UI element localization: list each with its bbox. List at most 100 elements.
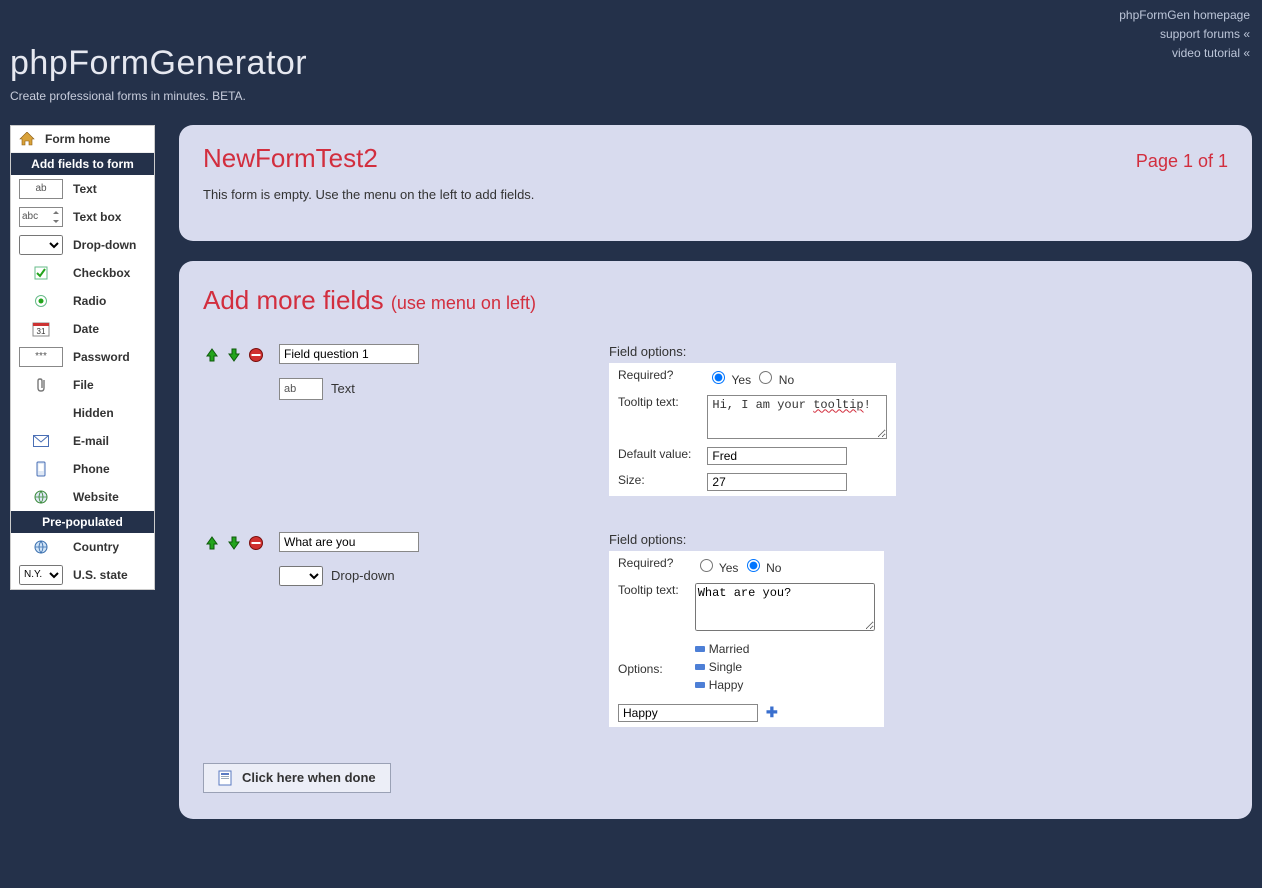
field-block: ab Text Field options:Required? Yes No Tool… [203, 344, 1228, 496]
new-option-input[interactable] [618, 704, 758, 722]
text-preview-icon: ab [279, 378, 323, 400]
home-icon [19, 132, 35, 146]
option-text: Single [709, 660, 742, 674]
sidebar-item-label: U.S. state [73, 568, 128, 582]
required-yes[interactable]: Yes [695, 561, 739, 575]
size-input[interactable] [707, 473, 847, 491]
delete-icon[interactable] [247, 534, 265, 552]
sidebar-item-phone[interactable]: Phone [11, 455, 154, 483]
tooltip-label: Tooltip text: [610, 579, 687, 638]
sidebar-item-u-s-state[interactable]: N.Y. U.S. state [11, 561, 154, 589]
move-down-icon[interactable] [225, 534, 243, 552]
default-value-input[interactable] [707, 447, 847, 465]
add-fields-title: Add more fields [203, 285, 384, 315]
sidebar-item-text-box[interactable]: abc Text box [11, 203, 154, 231]
globe-icon [19, 487, 63, 507]
sidebar-item-label: File [73, 378, 94, 392]
sidebar-item-file[interactable]: File [11, 371, 154, 399]
phone-icon [19, 459, 63, 479]
required-no[interactable]: No [742, 561, 782, 575]
add-fields-subtitle: (use menu on left) [391, 293, 536, 313]
sidebar: Form home Add fields to form abText abc Te… [10, 125, 155, 590]
option-item: Single [695, 660, 875, 674]
done-button-label: Click here when done [242, 770, 376, 785]
options-label: Options: [610, 638, 687, 700]
field-type-label: Drop-down [331, 568, 395, 583]
hidden-preview-icon [19, 403, 63, 423]
field-options-label: Field options: [609, 532, 884, 551]
sidebar-item-text[interactable]: abText [11, 175, 154, 203]
add-fields-panel: Add more fields (use menu on left) ab Tex… [179, 261, 1252, 819]
sidebar-section-prepopulated: Pre-populated [11, 511, 154, 533]
form-preview-panel: NewFormTest2 Page 1 of 1 This form is em… [179, 125, 1252, 241]
app-title: phpFormGenerator [10, 44, 1262, 83]
sidebar-item-drop-down[interactable]: Drop-down [11, 231, 154, 259]
sidebar-item-radio[interactable]: Radio [11, 287, 154, 315]
homepage-link[interactable]: phpFormGen homepage [1119, 8, 1250, 22]
sidebar-item-label: Password [73, 350, 130, 364]
required-label: Required? [610, 364, 699, 391]
option-item: Happy [695, 678, 875, 692]
paperclip-icon [19, 375, 63, 395]
option-item: Married [695, 642, 875, 656]
video-tutorial-link[interactable]: video tutorial « [1172, 46, 1250, 60]
move-up-icon[interactable] [203, 346, 221, 364]
remove-option-icon[interactable] [695, 664, 705, 670]
tooltip-textarea[interactable]: Hi, I am your tooltip! [707, 395, 887, 439]
dropdown-preview-icon [19, 235, 63, 255]
calendar-icon: 31 [19, 319, 63, 339]
field-type-label: Text [331, 381, 355, 396]
radio-icon [19, 291, 63, 311]
empty-form-message: This form is empty. Use the menu on the … [203, 187, 1228, 202]
envelope-icon [19, 431, 63, 451]
field-question-input[interactable] [279, 532, 419, 552]
required-yes[interactable]: Yes [707, 373, 751, 387]
option-text: Married [709, 642, 750, 656]
field-options-label: Field options: [609, 344, 896, 363]
sidebar-item-label: Checkbox [73, 266, 130, 280]
text-preview-icon: *** [19, 347, 63, 367]
sidebar-item-label: Country [73, 540, 119, 554]
sidebar-item-date[interactable]: 31Date [11, 315, 154, 343]
save-icon [218, 770, 234, 786]
sidebar-item-label: Phone [73, 462, 110, 476]
field-question-input[interactable] [279, 344, 419, 364]
form-home-label: Form home [45, 132, 110, 146]
form-home-link[interactable]: Form home [11, 126, 154, 153]
delete-icon[interactable] [247, 346, 265, 364]
textbox-preview-icon: abc [19, 207, 63, 227]
state-select-preview: N.Y. [19, 565, 63, 585]
field-block: Drop-down Field options:Required? Yes No T… [203, 532, 1228, 727]
tooltip-label: Tooltip text: [610, 391, 699, 443]
move-up-icon[interactable] [203, 534, 221, 552]
sidebar-item-e-mail[interactable]: E-mail [11, 427, 154, 455]
done-button[interactable]: Click here when done [203, 763, 391, 793]
sidebar-item-label: E-mail [73, 434, 109, 448]
required-label: Required? [610, 552, 687, 579]
sidebar-item-website[interactable]: Website [11, 483, 154, 511]
sidebar-item-password[interactable]: *** Password [11, 343, 154, 371]
option-text: Happy [709, 678, 744, 692]
sidebar-item-label: Website [73, 490, 119, 504]
dropdown-preview-icon [279, 566, 323, 586]
remove-option-icon[interactable] [695, 646, 705, 652]
page-indicator: Page 1 of 1 [1136, 151, 1228, 172]
sidebar-item-country[interactable]: Country [11, 533, 154, 561]
sidebar-item-checkbox[interactable]: Checkbox [11, 259, 154, 287]
form-title: NewFormTest2 [203, 143, 378, 174]
sidebar-item-label: Text box [73, 210, 121, 224]
globe-icon [19, 537, 63, 557]
tooltip-textarea[interactable] [695, 583, 875, 631]
sidebar-section-add-fields: Add fields to form [11, 153, 154, 175]
size-label: Size: [610, 469, 699, 495]
move-down-icon[interactable] [225, 346, 243, 364]
default-value-label: Default value: [610, 443, 699, 469]
sidebar-item-hidden[interactable]: Hidden [11, 399, 154, 427]
required-no[interactable]: No [754, 373, 794, 387]
remove-option-icon[interactable] [695, 682, 705, 688]
support-forums-link[interactable]: support forums « [1160, 27, 1250, 41]
sidebar-item-label: Drop-down [73, 238, 136, 252]
add-option-icon[interactable]: ✚ [766, 704, 778, 721]
svg-text:31: 31 [37, 327, 46, 336]
text-preview-icon: ab [19, 179, 63, 199]
